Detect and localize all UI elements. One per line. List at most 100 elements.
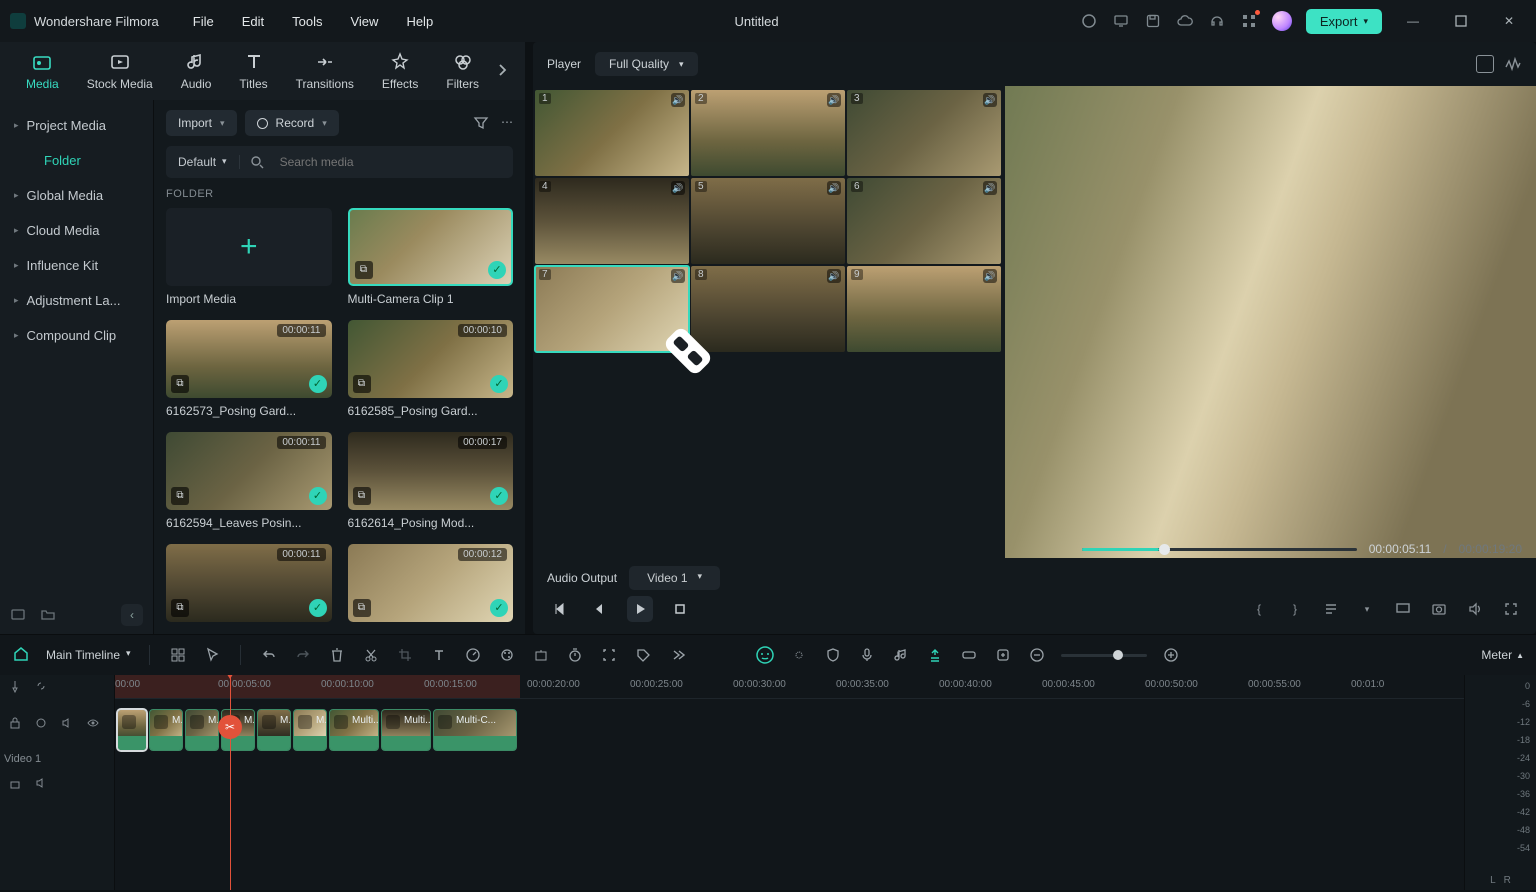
unlink-icon[interactable] [34,679,50,695]
export-button[interactable]: Export▾ [1306,9,1382,34]
cam-cell-3[interactable]: 3🔊 [847,90,1001,176]
stop-button[interactable] [667,596,693,622]
mark-in-icon[interactable]: { [1248,598,1270,620]
sun-icon[interactable] [789,645,809,665]
tab-filters[interactable]: Filters [432,51,493,91]
mark-out-icon[interactable]: } [1284,598,1306,620]
record-dropdown[interactable]: Record▾ [245,110,339,136]
cursor-icon[interactable] [202,645,222,665]
media-import-tile[interactable]: +Import Media [166,208,332,306]
save-icon[interactable] [1144,12,1162,30]
audio-output-dropdown[interactable]: Video 1▾ [629,566,720,590]
eye-icon[interactable] [86,716,102,732]
tab-stock-media[interactable]: Stock Media [73,51,167,91]
search-input[interactable] [270,155,513,169]
sidebar-influence-kit[interactable]: Influence Kit [0,248,153,283]
monitor-icon[interactable] [1112,12,1130,30]
sidebar-project-media[interactable]: Project Media [0,108,153,143]
sidebar-folder[interactable]: Folder [0,143,153,178]
tab-titles[interactable]: Titles [225,51,281,91]
volume-icon[interactable] [1464,598,1486,620]
prev-frame-button[interactable] [547,596,573,622]
timeline-clip[interactable]: M... [149,709,183,751]
more-icon[interactable]: ⋯ [501,115,513,131]
cam-cell-9[interactable]: 9🔊 [847,266,1001,352]
media-item[interactable]: 00:00:11⧉✓6162573_Posing Gard... [166,320,332,418]
tab-effects[interactable]: Effects [368,51,432,91]
video-track-header[interactable] [0,699,114,749]
timeline-clip[interactable]: Multi-C... [433,709,517,751]
timeline-clip[interactable] [117,709,147,751]
cam-cell-2[interactable]: 2🔊 [691,90,845,176]
menu-file[interactable]: File [193,14,214,29]
cam-cell-8[interactable]: 8🔊 [691,266,845,352]
marker-list-icon[interactable] [1320,598,1342,620]
marker-add-icon[interactable] [993,645,1013,665]
timeline-selector[interactable]: Main Timeline▾ [46,648,131,662]
sort-default-dropdown[interactable]: Default▾ [166,155,240,169]
window-close[interactable]: ✕ [1492,11,1526,31]
fullscreen-icon[interactable] [1500,598,1522,620]
shield-icon[interactable] [823,645,843,665]
playhead[interactable]: ✂ [230,675,231,890]
sidebar-cloud-media[interactable]: Cloud Media [0,213,153,248]
zoom-out-icon[interactable] [1027,645,1047,665]
quality-dropdown[interactable]: Full Quality▾ [595,52,698,76]
media-item[interactable]: 00:00:17⧉✓6162614_Posing Mod... [348,432,514,530]
ribbon-more-icon[interactable] [493,60,517,84]
sidebar-global-media[interactable]: Global Media [0,178,153,213]
menu-help[interactable]: Help [406,14,433,29]
pin-icon[interactable] [8,679,24,695]
stopwatch-icon[interactable] [565,645,585,665]
more-tools-icon[interactable] [667,645,687,665]
lock-icon[interactable] [8,716,24,732]
cam-cell-7[interactable]: 7🔊 [535,266,689,352]
media-item[interactable]: 00:00:11⧉✓6162594_Leaves Posin... [166,432,332,530]
step-back-button[interactable] [587,596,613,622]
ai-face-icon[interactable] [755,645,775,665]
grid-snap-icon[interactable] [168,645,188,665]
cut-icon[interactable] [361,645,381,665]
menu-tools[interactable]: Tools [292,14,322,29]
grid-view-icon[interactable] [1476,55,1494,73]
delete-icon[interactable] [327,645,347,665]
cam-cell-5[interactable]: 5🔊 [691,178,845,264]
home-icon[interactable] [12,645,32,665]
new-folder-icon[interactable] [40,606,58,624]
play-button[interactable] [627,596,653,622]
tab-audio[interactable]: Audio [167,51,226,91]
music-note-icon[interactable] [891,645,911,665]
display-icon[interactable] [1392,598,1414,620]
media-item[interactable]: 00:00:10⧉✓6162585_Posing Gard... [348,320,514,418]
snapshot-icon[interactable] [1428,598,1450,620]
link-icon[interactable] [959,645,979,665]
media-item[interactable]: 00:00:12⧉✓ [348,544,514,624]
timeline-clip[interactable]: M... [293,709,327,751]
mute2-icon[interactable] [34,776,50,792]
timeline-clip[interactable]: Multi... [381,709,431,751]
media-item[interactable]: ⧉✓Multi-Camera Clip 1 [348,208,514,306]
cam-cell-4[interactable]: 4🔊 [535,178,689,264]
speed-icon[interactable] [463,645,483,665]
marker-dropdown-icon[interactable]: ▾ [1356,598,1378,620]
media-item[interactable]: 00:00:11⧉✓ [166,544,332,624]
menu-view[interactable]: View [350,14,378,29]
tab-media[interactable]: Media [12,51,73,91]
magnet-icon[interactable] [925,645,945,665]
timeline-clip[interactable]: M... [185,709,219,751]
cloud-icon[interactable] [1176,12,1194,30]
zoom-slider[interactable] [1061,654,1147,657]
color-icon[interactable] [497,645,517,665]
lock2-icon[interactable] [8,776,24,792]
import-dropdown[interactable]: Import▾ [166,110,237,136]
playback-slider[interactable] [1082,548,1357,551]
mute-icon[interactable] [60,716,76,732]
tag-icon[interactable] [633,645,653,665]
window-minimize[interactable]: — [1396,11,1430,31]
tab-transitions[interactable]: Transitions [282,51,368,91]
cam-cell-1[interactable]: 1🔊 [535,90,689,176]
cam-cell-6[interactable]: 6🔊 [847,178,1001,264]
waveform-icon[interactable] [1504,55,1522,73]
meter-toggle[interactable]: Meter▲ [1481,648,1524,662]
new-bin-icon[interactable] [10,606,28,624]
